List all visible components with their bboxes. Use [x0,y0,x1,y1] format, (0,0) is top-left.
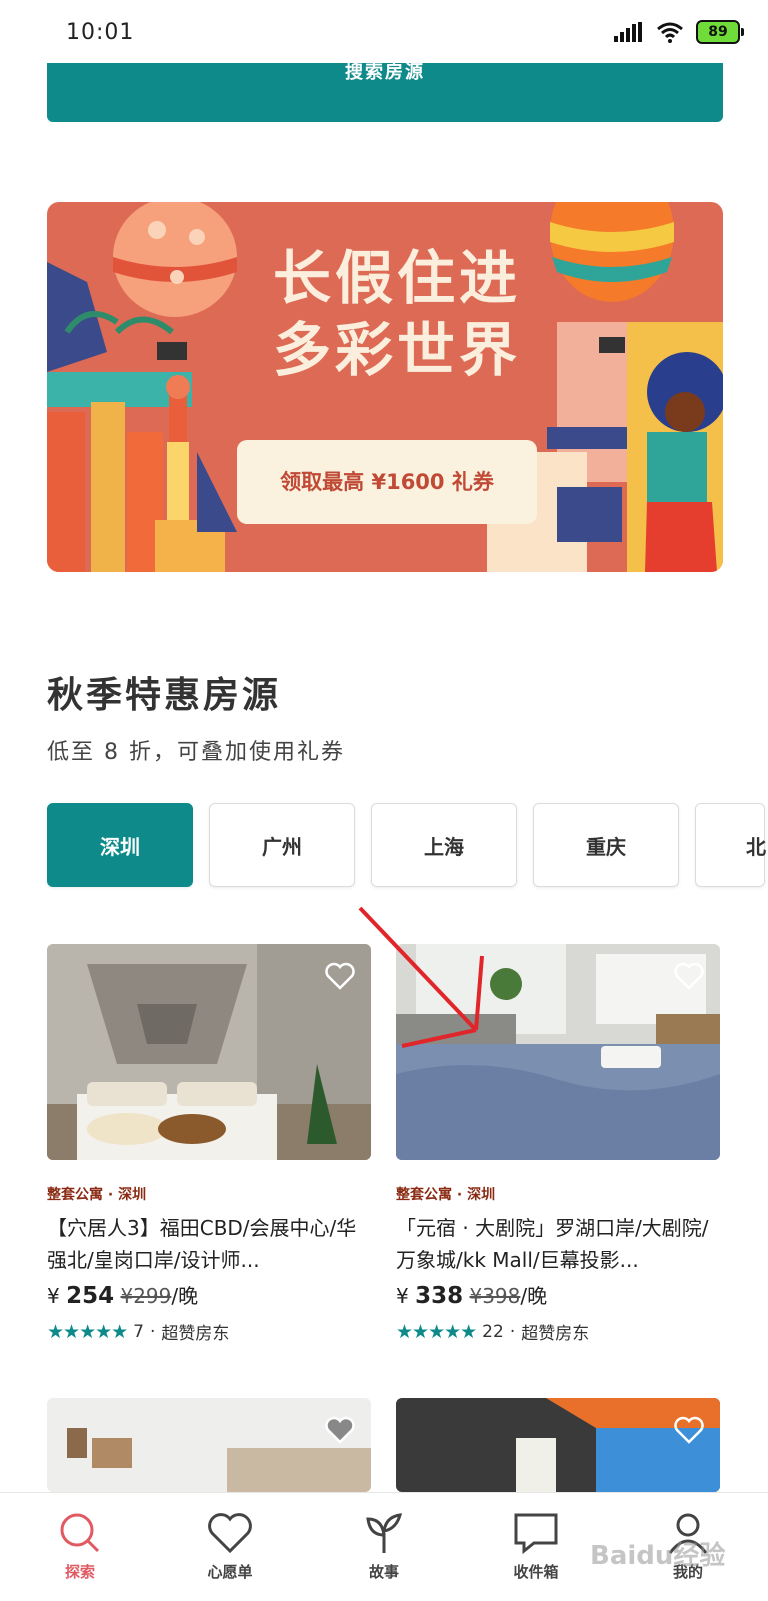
listing-photo[interactable] [47,1398,371,1492]
rating-separator: · [150,1321,156,1342]
nav-label: 心愿单 [207,1563,253,1581]
listing-photo[interactable] [396,1398,720,1492]
tab-shenzhen[interactable]: 深圳 [47,803,193,887]
wishlist-heart-icon[interactable] [325,1416,355,1444]
nav-label: 探索 [64,1563,95,1581]
status-icons: 89 [614,20,744,44]
price-now: 254 [66,1283,115,1309]
search-icon [60,1513,100,1553]
battery-icon: 89 [696,20,744,44]
tab-chongqing[interactable]: 重庆 [533,803,679,887]
banner-illustration: 长假住进 多彩世界 领取最高 ¥1600 礼券 [47,202,723,572]
wishlist-heart-icon[interactable] [674,1416,704,1444]
rating-stars-icon: ★★★★★ [47,1320,128,1343]
listing-type: 整套公寓 · 深圳 [396,1187,496,1203]
sprout-icon [366,1513,403,1553]
listing-card[interactable]: 整套公寓 · 深圳 【穴居人3】福田CBD/会展中心/华强北/皇岗口岸/设计师.… [47,944,371,1344]
status-time: 10:01 [66,20,135,45]
listing-type: 整套公寓 · 深圳 [47,1187,147,1203]
section-title: 秋季特惠房源 [47,675,282,716]
tab-shanghai[interactable]: 上海 [371,803,517,887]
nav-stories[interactable]: 故事 [334,1511,434,1582]
listing-price: ¥ 338 ¥398/晚 [396,1280,720,1309]
nav-explore[interactable]: 探索 [30,1511,130,1582]
listing-photo[interactable] [396,944,720,1160]
rating-stars-icon: ★★★★★ [396,1320,477,1343]
listing-photo[interactable] [47,944,371,1160]
bottom-nav: 探索 心愿单 故事 收件箱 我的 Baidu经验 [0,1492,768,1601]
city-tabs: 深圳 广州 上海 重庆 北 [47,803,766,887]
battery-level: 89 [696,20,740,44]
listing-title[interactable]: 【穴居人3】福田CBD/会展中心/华强北/皇岗口岸/设计师... [47,1212,371,1276]
rating-count: 22 [482,1321,504,1342]
promo-banner[interactable]: 长假住进 多彩世界 领取最高 ¥1600 礼券 [47,202,723,572]
host-badge: 超赞房东 [521,1324,590,1344]
nav-wishlist[interactable]: 心愿单 [180,1511,280,1582]
wishlist-heart-icon[interactable] [325,962,355,990]
status-bar: 10:01 89 [0,0,768,64]
message-icon [514,1513,558,1555]
nav-inbox[interactable]: 收件箱 [486,1511,586,1582]
price-now: 338 [415,1283,464,1309]
heart-icon [208,1513,252,1554]
nav-label: 故事 [368,1563,399,1581]
per-night: /晚 [520,1284,548,1308]
search-listings-button[interactable]: 搜索房源 [47,63,723,122]
price-old: ¥398 [469,1284,521,1308]
listing-rating: ★★★★★ 22 · 超赞房东 [396,1319,720,1345]
listing-price: ¥ 254 ¥299/晚 [47,1280,371,1309]
banner-title: 长假住进 多彩世界 [237,242,557,386]
signal-icon [614,22,642,42]
listing-title[interactable]: 「元宿 · 大剧院」罗湖口岸/大剧院/万象城/kk Mall/巨幕投影... [396,1212,720,1276]
price-old: ¥299 [120,1284,172,1308]
watermark: Baidu经验 [590,1541,726,1571]
section-subtitle: 低至 8 折，可叠加使用礼券 [47,740,345,765]
tab-guangzhou[interactable]: 广州 [209,803,355,887]
currency-symbol: ¥ [396,1284,409,1308]
per-night: /晚 [171,1284,199,1308]
wishlist-heart-icon[interactable] [674,962,704,990]
banner-title-line-1: 长假住进 [272,244,521,312]
listing-rating: ★★★★★ 7 · 超赞房东 [47,1319,371,1345]
rating-separator: · [509,1321,516,1342]
nav-label: 收件箱 [513,1563,559,1581]
host-badge: 超赞房东 [161,1324,230,1344]
listing-card[interactable]: 整套公寓 · 深圳 「元宿 · 大剧院」罗湖口岸/大剧院/万象城/kk Mall… [396,944,720,1344]
banner-title-line-2: 多彩世界 [272,316,521,384]
currency-symbol: ¥ [47,1284,60,1308]
rating-count: 7 [133,1321,144,1342]
tab-beijing[interactable]: 北 [695,803,766,887]
wifi-icon [657,22,683,43]
claim-coupon-button[interactable]: 领取最高 ¥1600 礼券 [237,440,537,524]
